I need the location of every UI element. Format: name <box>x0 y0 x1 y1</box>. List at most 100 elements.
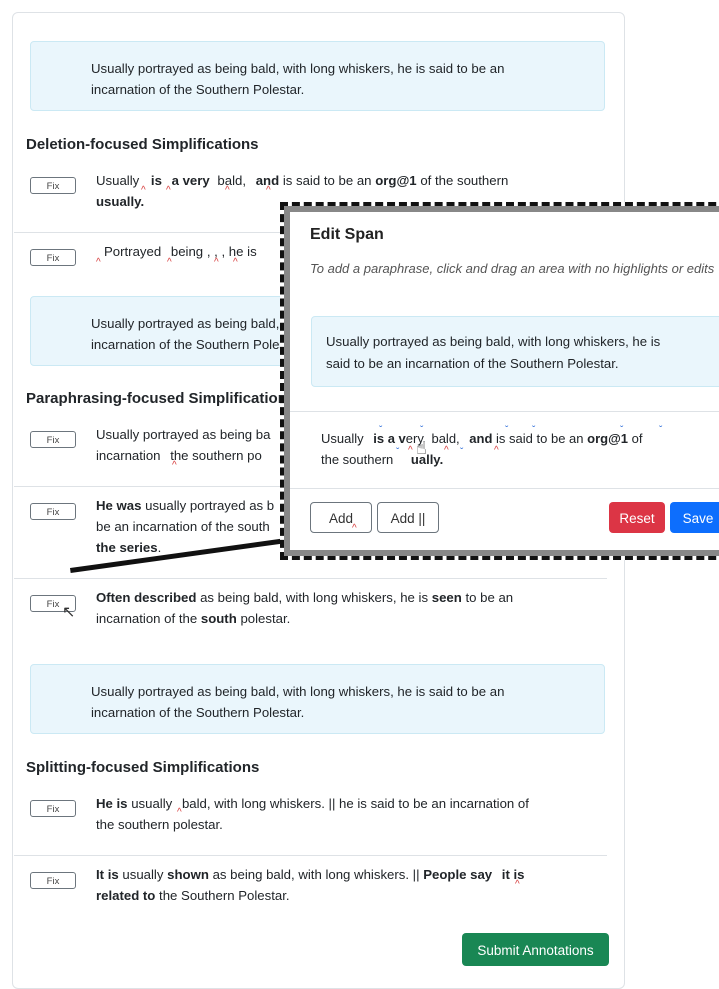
text-span: Portrayed <box>104 244 162 259</box>
deletion-caret-icon[interactable]: ^ <box>266 186 271 196</box>
simplification-text: It is usually shown as being bald, with … <box>96 864 586 906</box>
text-span: He was <box>96 498 142 513</box>
deletion-caret-icon[interactable]: ^ <box>444 446 449 456</box>
reset-button[interactable]: Reset <box>609 502 665 533</box>
text-span: is said to be an <box>496 431 584 446</box>
text-span: is said to be an <box>282 173 372 188</box>
text-span: bald, with long whiskers. || he is said … <box>181 796 529 811</box>
fix-button[interactable]: Fix <box>30 800 76 817</box>
text-span: org@1 <box>375 173 417 188</box>
deletion-caret-icon[interactable]: ^ <box>141 186 146 196</box>
paraphrase-caret-icon[interactable]: ˇ <box>460 448 463 458</box>
text-span: He is <box>96 796 128 811</box>
fix-button[interactable]: Fix <box>30 431 76 448</box>
original-sentence-line: incarnation of the Southern Polestar. <box>91 82 305 97</box>
text-span: polestar. <box>240 611 291 626</box>
original-sentence-line: said to be an incarnation of the Souther… <box>326 356 619 371</box>
deletion-caret-icon[interactable]: ^ <box>96 258 101 268</box>
text-span: usually <box>122 867 164 882</box>
section-title-paraphrasing: Paraphrasing-focused Simplifications <box>26 390 296 407</box>
text-span: the southern po <box>170 448 262 463</box>
original-sentence-box: Usually portrayed as being bald, with lo… <box>30 664 605 734</box>
text-span: usually. <box>96 194 145 209</box>
text-span: a very <box>171 173 210 188</box>
text-span: as being bald, with long whiskers. || <box>212 867 420 882</box>
deletion-caret-icon[interactable]: ^ <box>494 446 499 456</box>
simplification-text: He is usually bald, with long whiskers. … <box>96 793 586 835</box>
section-title-deletion: Deletion-focused Simplifications <box>26 136 259 153</box>
save-button[interactable]: Save <box>670 502 719 533</box>
text-span: the Southern Polestar. <box>159 888 290 903</box>
text-span: usually portrayed as b <box>145 498 275 513</box>
text-span: of <box>631 431 643 446</box>
text-span: being <box>170 244 204 259</box>
popup-original-sentence-box: Usually portrayed as being bald, with lo… <box>311 316 719 387</box>
paraphrase-caret-icon[interactable]: ˇ <box>620 426 623 436</box>
original-sentence-line: Usually portrayed as being bald, with lo… <box>91 61 505 76</box>
edit-span-popup: Edit Span To add a paraphrase, click and… <box>280 202 719 560</box>
deletion-caret-icon[interactable]: ^ <box>233 258 238 268</box>
text-span[interactable]: and <box>469 431 492 446</box>
deletion-caret-icon[interactable]: ^ <box>177 808 182 818</box>
text-span: be an incarnation of the south <box>96 519 270 534</box>
add-split-button[interactable]: Add || <box>377 502 439 533</box>
add-button[interactable]: Add <box>310 502 372 533</box>
text-span: incarnation <box>96 448 161 463</box>
deletion-caret-icon[interactable]: ^ <box>408 446 413 456</box>
text-span: the southern polestar. <box>96 817 223 832</box>
divider <box>14 578 607 579</box>
deletion-caret-icon[interactable]: ^ <box>172 461 177 471</box>
text-span: bald, <box>431 431 460 446</box>
text-span: bald, <box>217 173 247 188</box>
deletion-caret-icon[interactable]: ^ <box>166 186 171 196</box>
text-span: the southern <box>321 452 394 467</box>
text-span: Usually <box>321 431 364 446</box>
divider <box>290 488 719 489</box>
text-span: as being bald, with long whiskers, he is <box>200 590 429 605</box>
paraphrase-caret-icon[interactable]: ˇ <box>505 426 508 436</box>
text-span: Often described <box>96 590 197 605</box>
text-span: seen <box>431 590 462 605</box>
paraphrase-caret-icon[interactable]: ˇ <box>659 426 662 436</box>
fix-button[interactable]: Fix <box>30 872 76 889</box>
deletion-caret-icon[interactable]: ^ <box>214 258 219 268</box>
text-span: related to <box>96 888 156 903</box>
popup-title: Edit Span <box>310 226 384 243</box>
fix-button[interactable]: Fix <box>30 503 76 520</box>
paraphrase-caret-icon[interactable]: ˇ <box>420 426 423 436</box>
original-sentence-line: incarnation of the Southern Polestar. <box>91 705 305 720</box>
text-span: the series <box>96 540 158 555</box>
deletion-caret-icon[interactable]: ^ <box>225 186 230 196</box>
deletion-caret-icon[interactable]: ^ <box>167 258 172 268</box>
text-span: south <box>200 611 237 626</box>
submit-annotations-button[interactable]: Submit Annotations <box>462 933 609 966</box>
hand-pointer-icon: ☝ <box>416 438 427 458</box>
original-sentence-line: Usually portrayed as being bald, with lo… <box>326 334 661 349</box>
text-span: it is <box>501 867 525 882</box>
text-span: is <box>150 173 162 188</box>
divider <box>14 855 607 856</box>
deletion-caret-icon[interactable]: ^ <box>515 880 520 890</box>
fix-button[interactable]: Fix <box>30 249 76 266</box>
paraphrase-caret-icon[interactable]: ˇ <box>396 448 399 458</box>
text-span: Usually portrayed as being ba <box>96 427 271 442</box>
deletion-caret-icon: ^ <box>352 523 357 534</box>
simplification-text: Often described as being bald, with long… <box>96 587 586 629</box>
section-title-splitting: Splitting-focused Simplifications <box>26 759 260 776</box>
divider <box>290 411 719 412</box>
text-span: shown <box>167 867 209 882</box>
mouse-pointer-icon: ↖ <box>62 604 76 621</box>
text-span: to be an <box>465 590 514 605</box>
popup-instructions: To add a paraphrase, click and drag an a… <box>310 261 715 276</box>
text-span: People say <box>423 867 493 882</box>
fix-button[interactable]: Fix <box>30 177 76 194</box>
text-span: of the southern <box>420 173 509 188</box>
paraphrase-caret-icon[interactable]: ˇ <box>379 426 382 436</box>
text-span: usually <box>131 796 173 811</box>
paraphrase-caret-icon[interactable]: ˇ <box>532 426 535 436</box>
text-span: , he is <box>221 244 257 259</box>
text-span: incarnation of the <box>96 611 198 626</box>
text-span: It is <box>96 867 119 882</box>
text-span: Usually <box>96 173 140 188</box>
original-sentence-line: Usually portrayed as being bald, with lo… <box>91 684 505 699</box>
